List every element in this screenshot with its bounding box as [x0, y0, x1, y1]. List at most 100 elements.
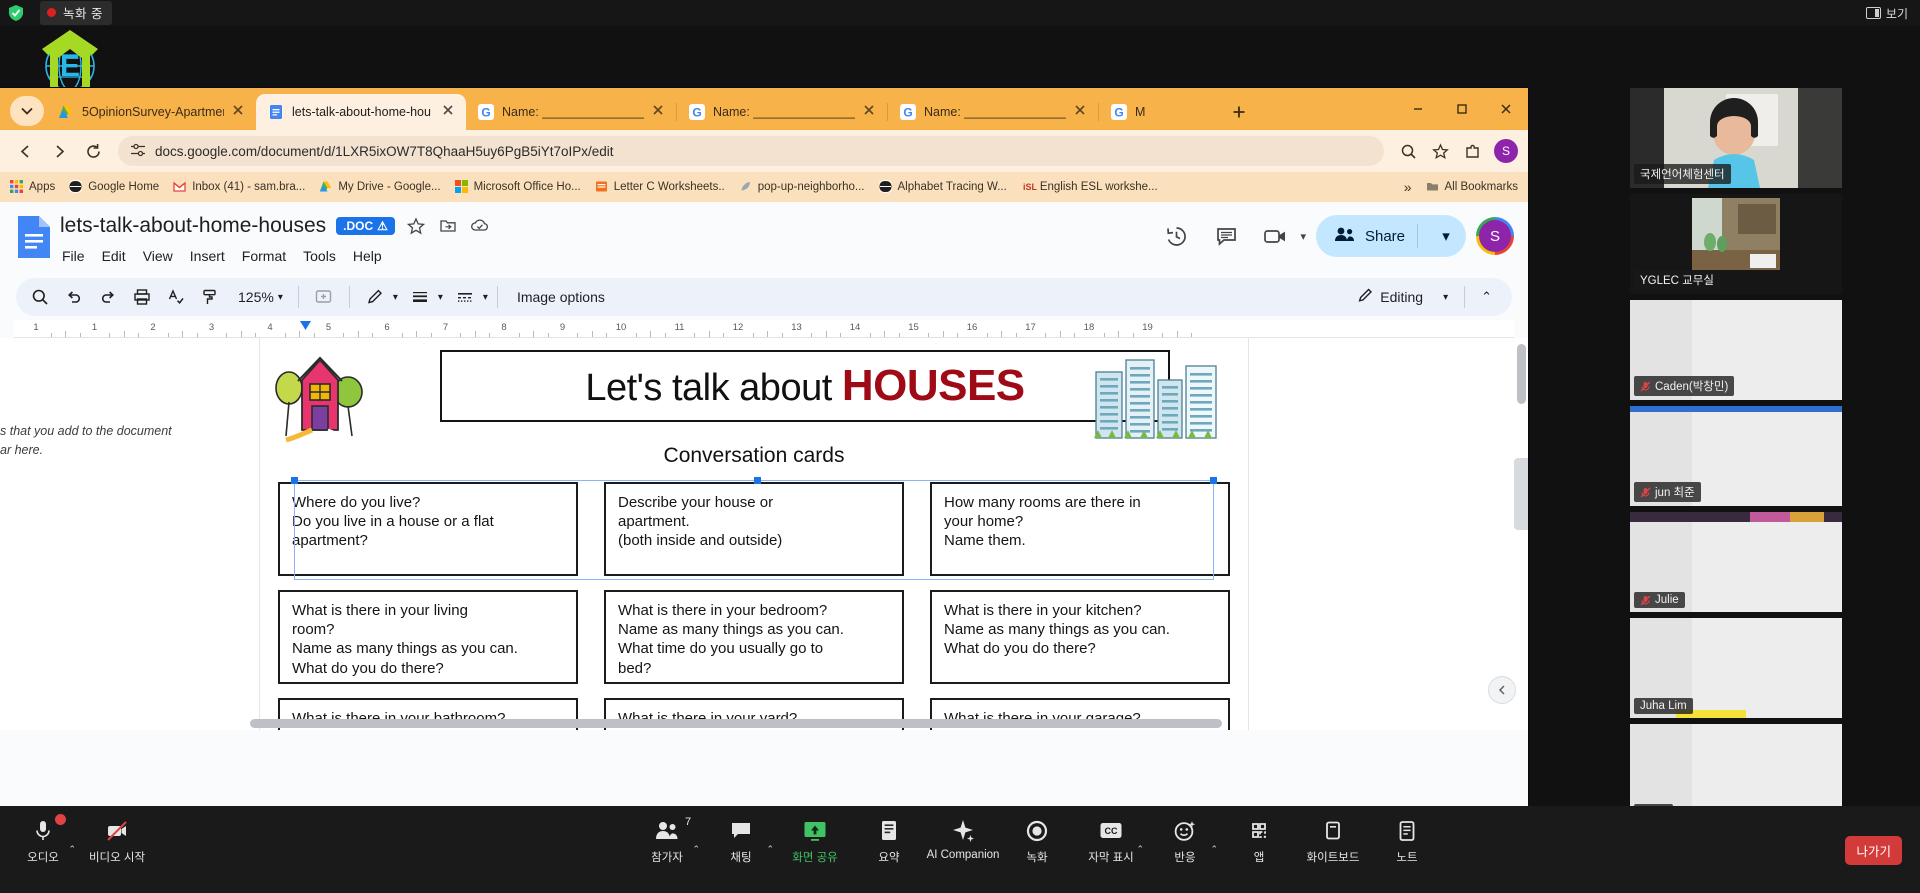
chevron-up-icon[interactable]: ⌃ — [692, 844, 700, 855]
redo-icon[interactable] — [92, 281, 124, 313]
chevron-up-icon[interactable]: ⌃ — [766, 844, 774, 855]
image-options-button[interactable]: Image options — [507, 289, 615, 305]
bookmark-google-home[interactable]: Google Home — [67, 180, 159, 194]
zoom-toolbar-item[interactable]: CC ⌃ 자막 표시 — [1074, 816, 1148, 865]
vertical-scrollbar[interactable] — [1517, 344, 1526, 404]
comment-icon[interactable] — [1206, 216, 1246, 256]
print-icon[interactable] — [126, 281, 158, 313]
close-icon[interactable] — [652, 104, 668, 120]
close-icon[interactable] — [1484, 94, 1528, 124]
bookmark-alphabet-tracing[interactable]: Alphabet Tracing W... — [876, 180, 1007, 194]
zoom-toolbar-item[interactable]: ⌃ 오디오 — [6, 814, 80, 865]
browser-tab[interactable]: 5OpinionSurvey-Apartmen — [46, 94, 256, 130]
maximize-icon[interactable] — [1440, 94, 1484, 124]
zoom-toolbar-item[interactable]: 화면 공유 — [778, 816, 852, 865]
minimize-icon[interactable] — [1396, 94, 1440, 124]
browser-tab-active[interactable]: lets-talk-about-home-hou — [256, 94, 466, 130]
collapse-toolbar-icon[interactable]: ⌃ — [1475, 289, 1498, 305]
avatar[interactable]: S — [1494, 139, 1518, 163]
chevron-up-icon[interactable]: ⌃ — [1210, 844, 1218, 855]
conversation-card[interactable]: What is there in your living room? Name as… — [278, 590, 578, 684]
conversation-card[interactable]: Where do you live? Do you live in a house… — [278, 482, 578, 576]
tab-search-button[interactable] — [10, 96, 44, 126]
chevron-down-icon[interactable]: ▾ — [1430, 227, 1462, 245]
horizontal-scrollbar[interactable] — [250, 719, 1222, 728]
collapse-panel-button[interactable] — [1488, 676, 1516, 704]
chevron-down-icon[interactable]: ▾ — [1443, 292, 1448, 303]
star-icon[interactable] — [405, 215, 427, 237]
zoom-toolbar-item[interactable]: 화이트보드 — [1296, 816, 1370, 865]
spellcheck-icon[interactable] — [160, 281, 192, 313]
chevron-down-icon[interactable]: ▾ — [393, 292, 398, 303]
all-bookmarks-button[interactable]: All Bookmarks — [1426, 180, 1518, 194]
bookmark-pop-up-neighborhood[interactable]: pop-up-neighborho... — [739, 180, 865, 194]
undo-icon[interactable] — [58, 281, 90, 313]
bookmark-letter-c-worksheets[interactable]: Letter C Worksheets.. — [595, 180, 725, 194]
move-to-folder-icon[interactable] — [437, 215, 459, 237]
address-bar[interactable]: docs.google.com/document/d/1LXR5ixOW7T8Q… — [118, 136, 1384, 166]
bookmarks-overflow-button[interactable]: » — [1404, 179, 1412, 195]
paint-format-icon[interactable] — [194, 281, 226, 313]
close-icon[interactable] — [232, 104, 248, 120]
google-docs-icon[interactable] — [16, 214, 52, 260]
zoom-icon[interactable] — [1394, 137, 1422, 165]
zoom-toolbar-item[interactable]: 노트 — [1370, 816, 1444, 865]
recording-indicator[interactable]: 녹화 중 — [40, 1, 112, 25]
border-dash-icon[interactable] — [449, 281, 481, 313]
browser-tab[interactable]: G M — [1099, 94, 1219, 130]
format-badge[interactable]: ​.DOC ⚠ — [336, 217, 395, 235]
chevron-down-icon[interactable]: ▾ — [483, 292, 488, 303]
conversation-card[interactable]: What is there in your bedroom? Name as ma… — [604, 590, 904, 684]
close-icon[interactable] — [1074, 104, 1090, 120]
participant-tile[interactable]: jun 최준 — [1630, 406, 1842, 506]
back-arrow-icon[interactable] — [10, 136, 40, 166]
view-button[interactable]: 보기 — [1865, 5, 1908, 22]
version-history-icon[interactable] — [1156, 216, 1196, 256]
zoom-toolbar-item[interactable]: 앱 — [1222, 816, 1296, 865]
meet-caret-icon[interactable]: ▾ — [1300, 230, 1306, 243]
zoom-toolbar-item[interactable]: 7 ⌃ 참가자 — [630, 816, 704, 865]
document-title-banner[interactable]: Let's talk about HOUSES — [440, 350, 1170, 422]
forward-arrow-icon[interactable] — [44, 136, 74, 166]
menu-help[interactable]: Help — [353, 248, 382, 264]
close-icon[interactable] — [863, 104, 879, 120]
zoom-toolbar-item[interactable]: AI Companion — [926, 816, 1000, 865]
cloud-saved-icon[interactable] — [469, 215, 491, 237]
menu-edit[interactable]: Edit — [102, 248, 126, 264]
participant-tile[interactable]: YGLEC 교무실 — [1630, 194, 1842, 294]
bookmark-star-icon[interactable] — [1426, 137, 1454, 165]
menu-view[interactable]: View — [143, 248, 173, 264]
zoom-toolbar-item[interactable]: 녹화 — [1000, 816, 1074, 865]
zoom-toolbar-item[interactable]: 요약 — [852, 816, 926, 865]
close-icon[interactable] — [442, 104, 458, 120]
bookmark-apps[interactable]: Apps — [10, 180, 55, 194]
browser-tab[interactable]: G Name: ________________ — [677, 94, 887, 130]
meet-camera-icon[interactable] — [1256, 216, 1296, 256]
editing-mode-control[interactable]: Editing ▾ ⌃ — [1343, 279, 1504, 315]
border-weight-icon[interactable] — [404, 281, 436, 313]
chevron-up-icon[interactable]: ⌃ — [68, 844, 76, 855]
conversation-card[interactable]: What is there in your kitchen? Name as ma… — [930, 590, 1230, 684]
conversation-card[interactable]: How many rooms are there in your home? Nam… — [930, 482, 1230, 576]
add-comment-icon[interactable] — [308, 281, 340, 313]
page-title[interactable]: lets-talk-about-home-houses — [60, 214, 326, 238]
bookmark-english-esl[interactable]: iSL English ESL workshe... — [1021, 180, 1158, 194]
city-buildings-clipart[interactable] — [1090, 354, 1230, 446]
reload-icon[interactable] — [78, 136, 108, 166]
menu-file[interactable]: File — [62, 248, 85, 264]
leave-meeting-button[interactable]: 나가기 — [1845, 836, 1902, 865]
house-with-trees-clipart[interactable] — [272, 350, 368, 443]
right-side-panel-handle[interactable] — [1514, 458, 1528, 530]
participant-tile[interactable]: Caden(박창민) — [1630, 300, 1842, 400]
chevron-down-icon[interactable]: ▾ — [438, 292, 443, 303]
zoom-toolbar-item[interactable]: ⌃ 채팅 — [704, 816, 778, 865]
participant-tile[interactable]: Juha Lim — [1630, 618, 1842, 718]
pen-icon[interactable] — [359, 281, 391, 313]
search-icon[interactable] — [24, 281, 56, 313]
zoom-toolbar-item[interactable]: ⌃ 반응 — [1148, 816, 1222, 865]
document-ruler[interactable]: 1 1 2 3 4 5 6 7 8 9 10 11 12 13 14 15 16 17 18 19 — [14, 320, 1514, 338]
conversation-card[interactable]: Describe your house or apartment. (both in… — [604, 482, 904, 576]
participant-tile[interactable]: 국제언어체험센터 — [1630, 88, 1842, 188]
extensions-icon[interactable] — [1458, 137, 1486, 165]
site-settings-icon[interactable] — [130, 143, 146, 160]
